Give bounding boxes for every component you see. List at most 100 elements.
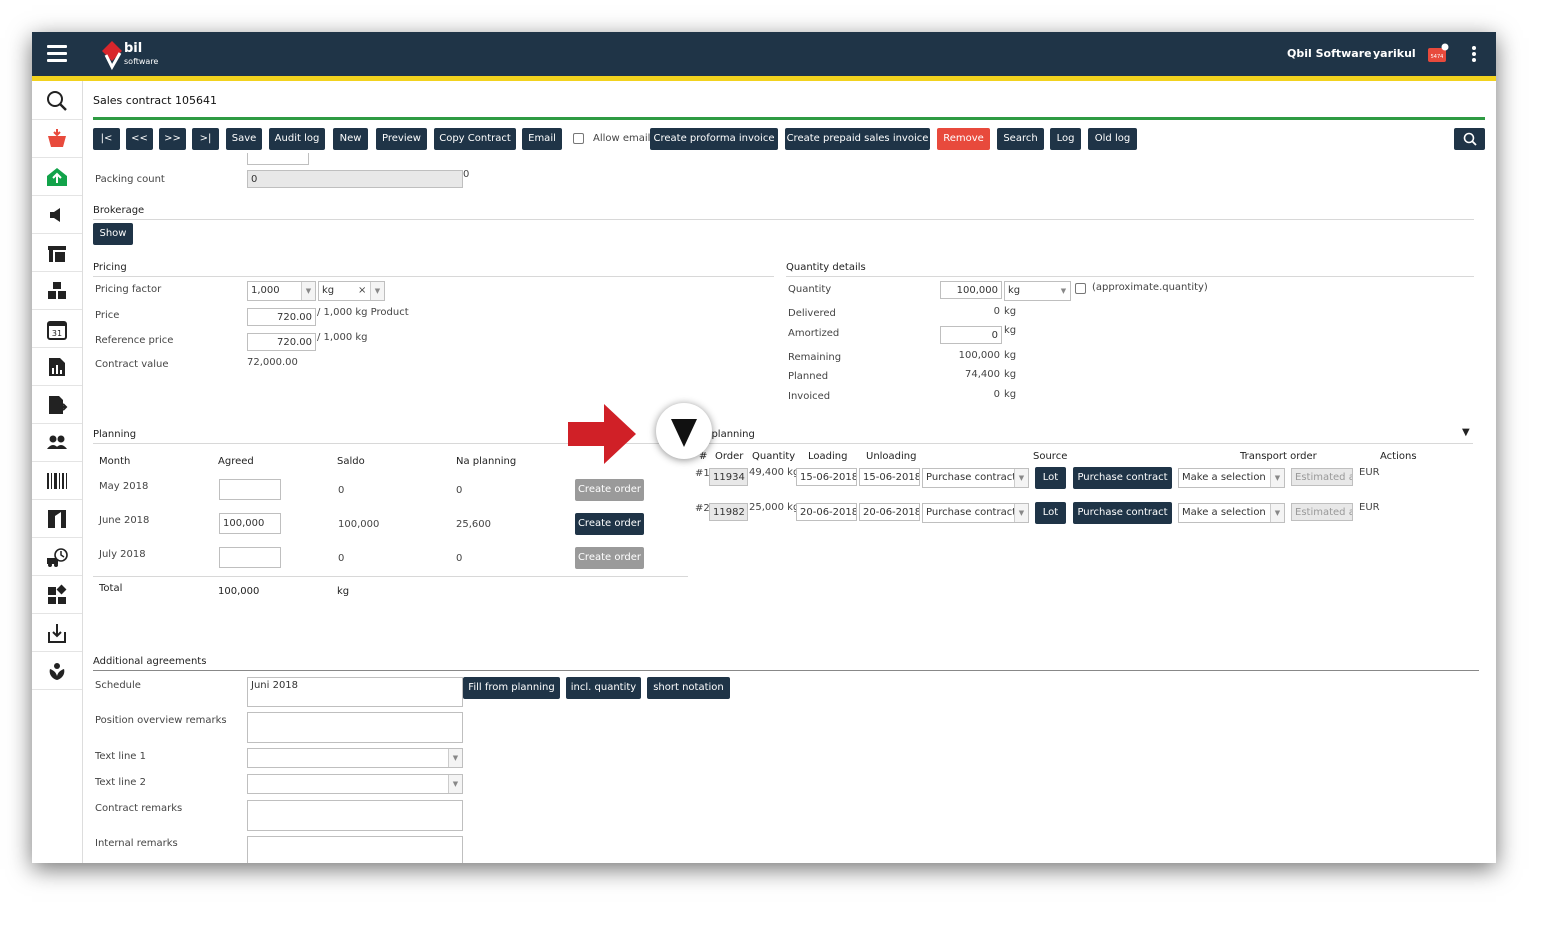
price-suffix: / 1,000 kg Product (317, 307, 409, 318)
source-select[interactable]: Purchase contract ▼ (922, 503, 1029, 523)
quantity-unit-select[interactable]: kg ▼ (1004, 281, 1071, 301)
lot-button[interactable]: Lot (1035, 502, 1066, 524)
transport-order-select[interactable]: Make a selection ▼ (1178, 503, 1285, 523)
price-field[interactable]: 720.00 (247, 308, 316, 326)
email-button[interactable]: Email (522, 128, 562, 150)
sidebar-production[interactable] (32, 233, 82, 272)
create-proforma-invoice-button[interactable]: Create proforma invoice (650, 128, 778, 150)
brokerage-show-button[interactable]: Show (93, 223, 133, 245)
first-record-button[interactable]: |< (93, 128, 120, 150)
sidebar-products[interactable] (32, 461, 82, 500)
sidebar-reports[interactable] (32, 347, 82, 386)
transport-order-value: Make a selection (1182, 507, 1266, 518)
create-order-button[interactable]: Create order (575, 479, 644, 501)
sidebar-sustainability[interactable] (32, 651, 82, 690)
sidebar-sales[interactable] (32, 119, 82, 158)
order-number-field[interactable]: 11934 (709, 468, 748, 486)
toolbar-search-button[interactable] (1454, 128, 1485, 150)
amortized-field[interactable]: 0 (940, 326, 1002, 344)
contract-remarks-field[interactable] (247, 800, 463, 831)
user-name[interactable]: yarikul (1373, 47, 1416, 60)
sidebar-relations[interactable] (32, 423, 82, 462)
sidebar-documents[interactable] (32, 499, 82, 538)
internal-remarks-field[interactable] (247, 836, 463, 863)
transport-order-select[interactable]: Make a selection ▼ (1178, 468, 1285, 488)
last-record-button[interactable]: >| (192, 128, 219, 150)
schedule-field[interactable]: Juni 2018 (247, 677, 463, 707)
search-button[interactable]: Search (997, 128, 1044, 150)
remove-button[interactable]: Remove (937, 128, 990, 150)
log-button[interactable]: Log (1050, 128, 1081, 150)
loading-date-field[interactable]: 20-06-2018 (796, 503, 857, 521)
sidebar-search[interactable] (32, 81, 82, 120)
sidebar-export[interactable] (32, 385, 82, 424)
copy-contract-button[interactable]: Copy Contract (434, 128, 516, 150)
pricing-factor-select[interactable]: 1,000 ▼ (247, 281, 316, 301)
save-button[interactable]: Save (226, 128, 262, 150)
quantity-field[interactable]: 100,000 (940, 281, 1002, 299)
previous-record-button[interactable]: << (126, 128, 153, 150)
sidebar-purchase[interactable] (32, 157, 82, 196)
chevron-down-icon: ▼ (448, 775, 462, 793)
text-line-2-select[interactable]: ▼ (247, 774, 463, 794)
new-button[interactable]: New (333, 128, 368, 150)
source-select[interactable]: Purchase contract ▼ (922, 468, 1029, 488)
planning-row-na: 25,600 (456, 519, 491, 530)
sidebar-stock[interactable] (32, 271, 82, 310)
unloading-date-field[interactable]: 15-06-2018 (859, 468, 920, 486)
sidebar-logistics[interactable] (32, 537, 82, 576)
audit-log-button[interactable]: Audit log (269, 128, 325, 150)
planning-row-month: May 2018 (99, 481, 149, 492)
purchase-contract-button[interactable]: Purchase contract (1073, 502, 1172, 524)
reference-price-field[interactable]: 720.00 (247, 333, 316, 351)
megaphone-icon (50, 208, 60, 222)
approximate-quantity-checkbox[interactable] (1075, 283, 1086, 294)
lot-button[interactable]: Lot (1035, 467, 1066, 489)
company-name[interactable]: Qbil Software (1287, 47, 1372, 60)
sidebar-import[interactable] (32, 613, 82, 652)
collapse-toggle-icon[interactable]: ▼ (1462, 427, 1470, 438)
estimated-arrival-field[interactable]: Estimated ar (1291, 468, 1353, 486)
main-content: Sales contract 105641 |< << >> >| Save A… (82, 81, 1496, 863)
text-line-1-select[interactable]: ▼ (247, 748, 463, 768)
planning-row-agreed-field[interactable]: 100,000 (219, 513, 281, 534)
planning-row-agreed-field[interactable] (219, 547, 281, 568)
estimated-arrival-field[interactable]: Estimated ar (1291, 503, 1353, 521)
preview-button[interactable]: Preview (376, 128, 427, 150)
pricing-unit-value: kg (322, 285, 335, 296)
incl-quantity-button[interactable]: incl. quantity (566, 677, 641, 699)
order-row-number: #2 (695, 503, 710, 514)
planning-agreed-header: Agreed (218, 456, 254, 467)
order-number-field[interactable]: 11982 (709, 503, 748, 521)
clear-icon[interactable]: × (358, 282, 366, 300)
more-menu-icon[interactable] (1472, 46, 1476, 64)
menu-icon[interactable] (47, 45, 67, 62)
qbil-logo[interactable]: bil software (98, 37, 178, 71)
chevron-down-icon: ▼ (1270, 504, 1284, 522)
search-icon (47, 91, 67, 111)
old-log-button[interactable]: Old log (1088, 128, 1137, 150)
allow-email-checkbox[interactable] (573, 133, 584, 144)
position-overview-remarks-field[interactable] (247, 712, 463, 743)
sidebar-calendar[interactable]: 31 (32, 309, 82, 348)
sidebar-marketing[interactable] (32, 195, 82, 234)
fill-from-planning-button[interactable]: Fill from planning (463, 677, 560, 699)
create-order-button[interactable]: Create order (575, 547, 644, 569)
pricing-unit-select[interactable]: kg × ▼ (318, 281, 385, 301)
loading-date-field[interactable]: 15-06-2018 (796, 468, 857, 486)
contract-value-label: Contract value (95, 359, 169, 370)
top-bar: bil software Qbil Software yarikul 5474 (32, 32, 1496, 81)
purchase-contract-button[interactable]: Purchase contract (1073, 467, 1172, 489)
unloading-date-field[interactable]: 20-06-2018 (859, 503, 920, 521)
create-order-button[interactable]: Create order (575, 513, 644, 535)
planning-saldo-header: Saldo (337, 456, 365, 467)
next-record-button[interactable]: >> (159, 128, 186, 150)
order-order-header: Order (715, 451, 744, 462)
short-notation-button[interactable]: short notation (647, 677, 730, 699)
planning-row-agreed-field[interactable] (219, 479, 281, 500)
packing-count-field[interactable]: 0 (247, 170, 463, 188)
notification-icon[interactable]: 5474 (1427, 43, 1449, 63)
sidebar-dashboard[interactable] (32, 575, 82, 614)
create-prepaid-sales-invoice-button[interactable]: Create prepaid sales invoice (785, 128, 930, 150)
cut-off-field[interactable] (247, 153, 309, 165)
